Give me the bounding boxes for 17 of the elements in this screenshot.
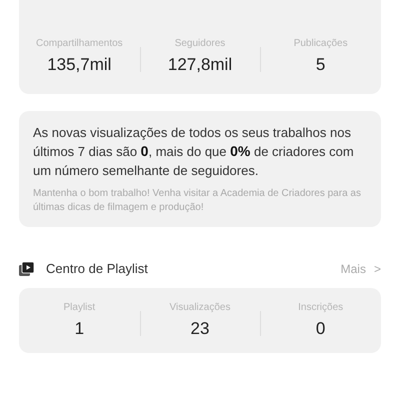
stat-value: 1: [74, 319, 84, 339]
stat-label: Publicações: [294, 38, 348, 49]
stat-value: 5: [316, 55, 326, 75]
stat-label: Visualizações: [170, 302, 230, 313]
stat-label: Playlist: [63, 302, 96, 313]
stat-value: 0: [316, 319, 326, 339]
insight-message: As novas visualizações de todos os seus trabalhos nos últimos 7 dias são 0, mais do que 0% de criadores com um número semelhante de seguidores.: [33, 124, 355, 180]
stat-value: 127,8mil: [168, 55, 232, 75]
stat-value: 23: [190, 319, 210, 339]
stat-label: Inscrições: [298, 302, 344, 313]
playlist-icon: [19, 262, 34, 276]
stat-value: 135,7mil: [47, 55, 112, 75]
more-link[interactable]: Mais >: [340, 262, 381, 276]
section-title: Centro de Playlist: [46, 261, 149, 276]
stat-label: Seguidores: [174, 38, 226, 49]
stat-label: Compartilhamentos: [36, 38, 123, 49]
insight-tip: Mantenha o bom trabalho! Venha visitar a Academia de Criadores para as últimas dicas de filmagem e produção!: [33, 187, 362, 215]
